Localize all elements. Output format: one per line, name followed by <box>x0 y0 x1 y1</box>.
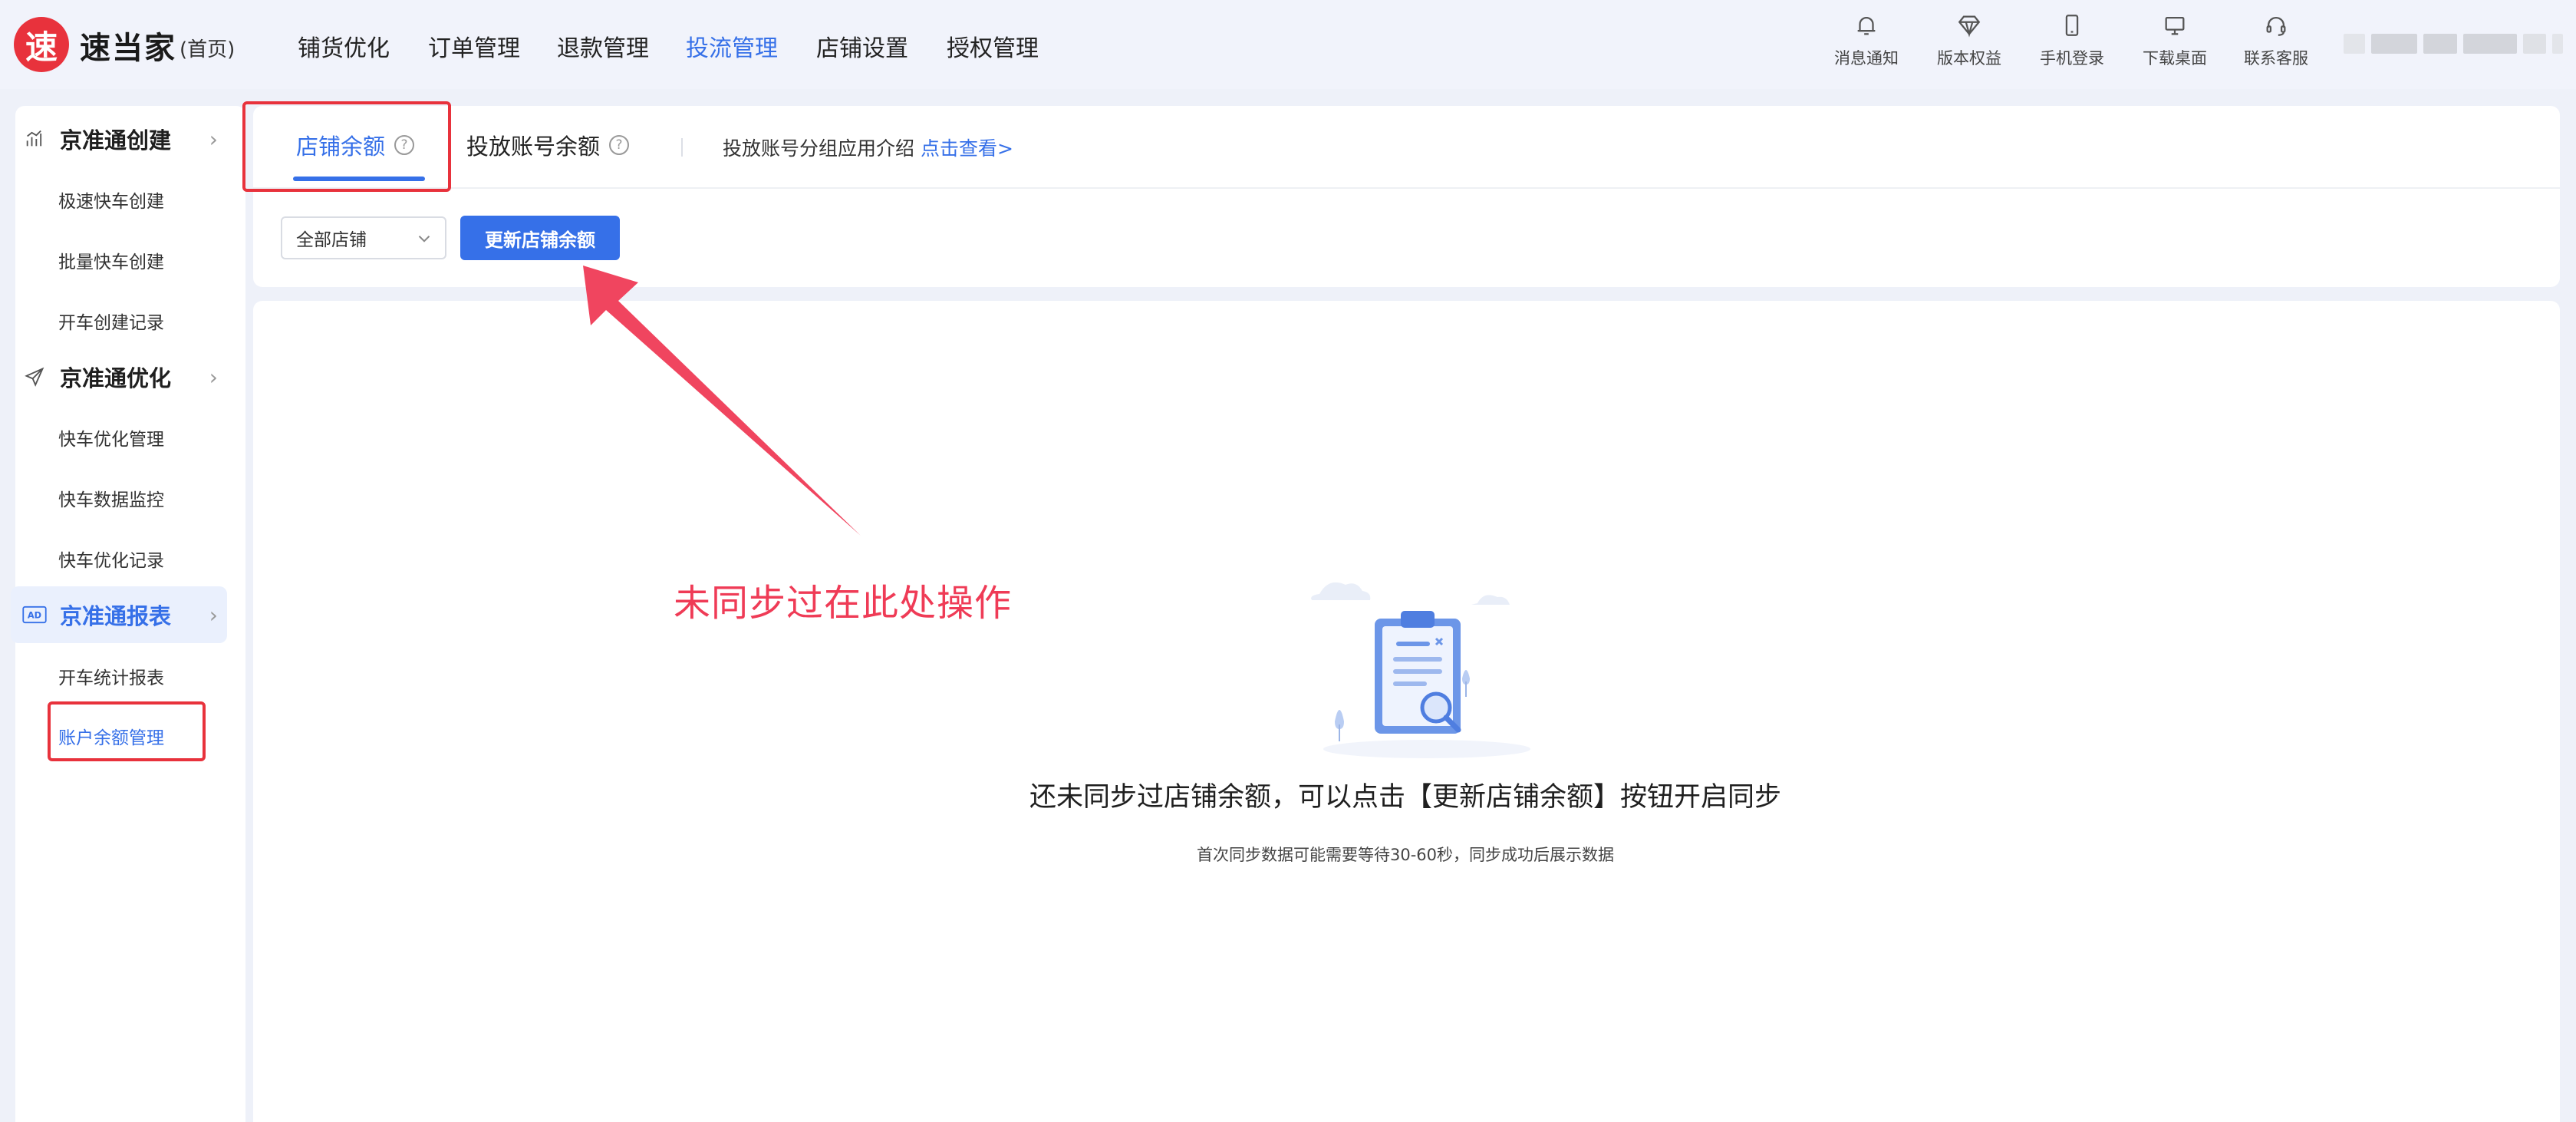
monitor-icon <box>2165 16 2185 35</box>
empty-state-title: 还未同步过店铺余额，可以点击【更新店铺余额】按钮开启同步 <box>1029 782 1781 813</box>
sidebar-item-create-records[interactable]: 开车创建记录 <box>58 308 164 334</box>
sidebar-group-jzt-report[interactable]: AD 京准通报表 › <box>11 586 227 643</box>
group-intro: 投放账号分组应用介绍 点击查看> <box>723 137 1013 160</box>
sidebar-group-label: 京准通优化 <box>60 365 172 391</box>
tool-download-desktop[interactable]: 下载桌面 <box>2133 12 2217 69</box>
send-icon <box>21 366 48 388</box>
sidebar-item-data-monitor[interactable]: 快车数据监控 <box>58 485 164 511</box>
headset-icon <box>2266 16 2286 36</box>
tool-mobile-login[interactable]: 手机登录 <box>2030 12 2114 69</box>
diamond-icon <box>1958 15 1981 38</box>
top-bar: 速 速当家 (首页) 铺货优化 订单管理 退款管理 投流管理 店铺设置 授权管理… <box>0 0 2576 89</box>
tool-version[interactable]: 版本权益 <box>1927 12 2011 69</box>
nav-item-listing-optimize[interactable]: 铺货优化 <box>298 29 390 63</box>
sidebar-item-quick-create[interactable]: 极速快车创建 <box>58 186 164 213</box>
brand-logo[interactable]: 速 <box>14 17 69 72</box>
empty-state-subtitle: 首次同步数据可能需要等待30-60秒，同步成功后展示数据 <box>1196 846 1615 864</box>
sidebar-group-jzt-optimize[interactable]: 京准通优化 › <box>11 348 227 405</box>
sidebar-item-batch-create[interactable]: 批量快车创建 <box>58 247 164 273</box>
sidebar-item-optimize-manage[interactable]: 快车优化管理 <box>58 424 164 450</box>
shop-select[interactable]: 全部店铺 <box>281 216 446 259</box>
sidebar-item-stats-report[interactable]: 开车统计报表 <box>58 663 164 689</box>
tab-divider <box>253 187 2560 189</box>
annotation-text: 未同步过在此处操作 <box>674 582 1013 625</box>
nav-item-orders[interactable]: 订单管理 <box>428 29 520 63</box>
sidebar-group-jzt-create[interactable]: 京准通创建 › <box>11 111 227 167</box>
tab-separator <box>681 138 683 157</box>
bell-icon <box>1857 17 1876 35</box>
help-icon[interactable]: ? <box>609 135 630 155</box>
ad-icon: AD <box>21 604 48 625</box>
nav-item-authorization[interactable]: 授权管理 <box>947 29 1039 63</box>
nav-item-shop-settings[interactable]: 店铺设置 <box>816 29 908 63</box>
update-shop-balance-button[interactable]: 更新店铺余额 <box>460 216 620 260</box>
nav-item-ads[interactable]: 投流管理 <box>686 29 778 63</box>
nav-item-refunds[interactable]: 退款管理 <box>557 29 649 63</box>
sidebar-group-label: 京准通创建 <box>60 127 172 153</box>
tool-customer-service[interactable]: 联系客服 <box>2234 12 2318 69</box>
svg-text:AD: AD <box>28 610 41 621</box>
chevron-right-icon: › <box>209 364 218 390</box>
tool-notifications[interactable]: 消息通知 <box>1824 12 1909 69</box>
tab-account-balance[interactable]: 投放账号余额 ? <box>466 129 630 161</box>
brand-name[interactable]: 速当家 <box>80 23 176 68</box>
phone-icon <box>2065 15 2079 36</box>
highlight-box-sidebar <box>48 701 206 761</box>
brand-home-label[interactable]: (首页) <box>180 34 235 62</box>
view-intro-link[interactable]: 点击查看> <box>921 137 1013 160</box>
highlight-box-tab <box>242 101 451 192</box>
chart-icon <box>21 128 48 150</box>
chevron-down-icon <box>418 236 430 243</box>
sidebar-item-optimize-records[interactable]: 快车优化记录 <box>58 546 164 572</box>
user-account-redacted[interactable] <box>2344 29 2566 58</box>
chevron-right-icon: › <box>209 126 218 152</box>
chevron-right-icon: › <box>209 602 218 628</box>
sidebar-group-label: 京准通报表 <box>60 603 172 629</box>
empty-clipboard-illustration <box>1311 582 1530 758</box>
